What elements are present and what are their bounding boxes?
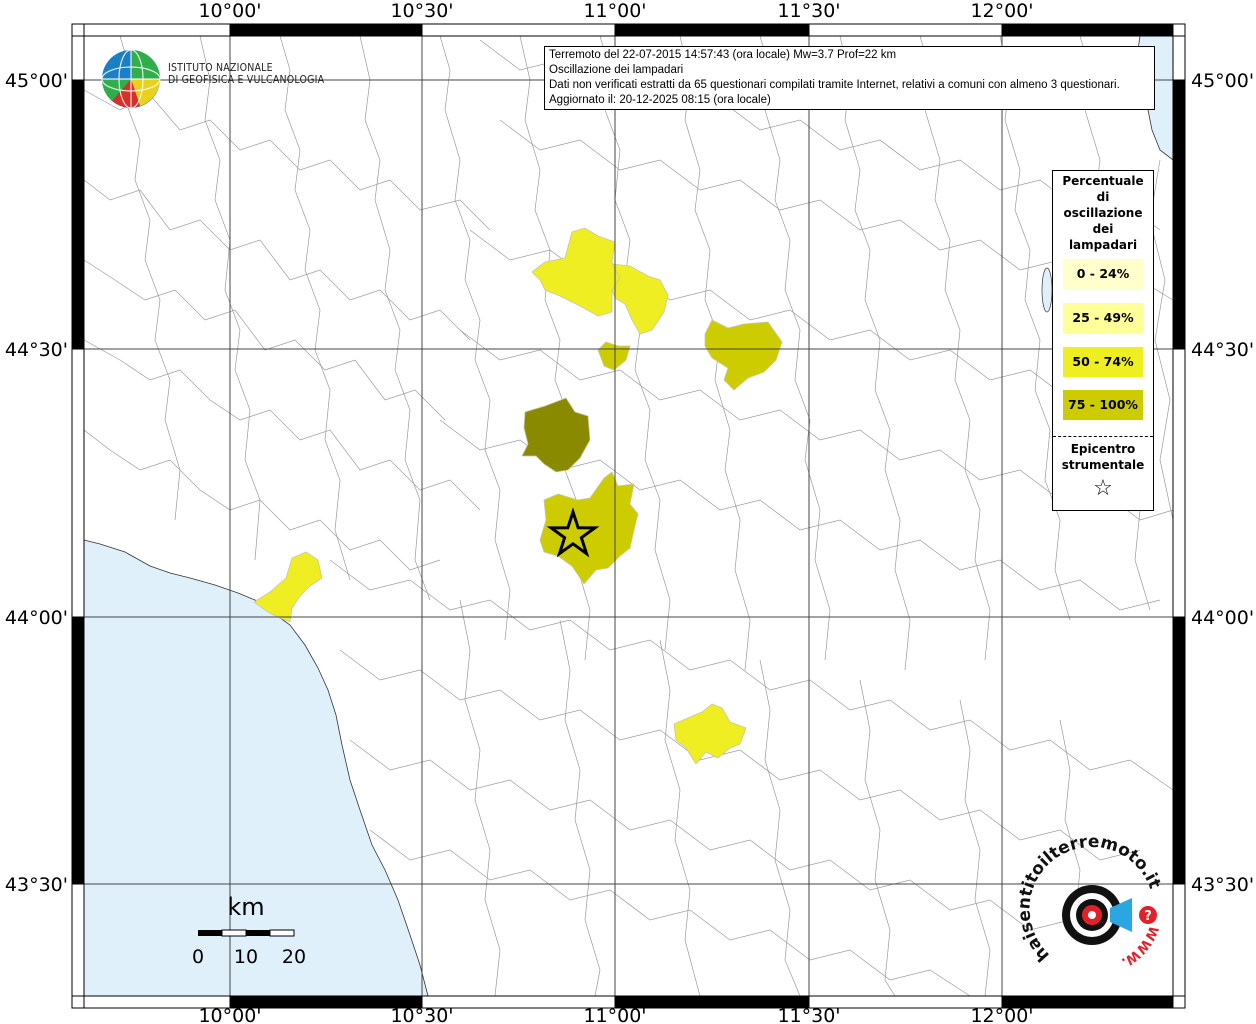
top-label-2: 11°00'	[583, 0, 646, 22]
legend-item-25-49: 25 - 49%	[1063, 303, 1143, 333]
legend-item-75-100: 75 - 100%	[1063, 390, 1143, 420]
legend-title-line4: dei	[1092, 222, 1114, 236]
left-label-1: 44°30'	[5, 339, 68, 361]
legend-item-50-74: 50 - 74%	[1063, 347, 1143, 377]
right-label-0: 45°00'	[1191, 70, 1254, 92]
scale-label-10: 10	[234, 946, 258, 968]
scale-label-0: 0	[192, 946, 204, 968]
legend-title-line5: lampadari	[1068, 238, 1138, 252]
legend: Percentuale di oscillazione dei lampadar…	[1052, 170, 1154, 511]
top-label-1: 10°30'	[390, 0, 453, 22]
legend-epicenter-label: Epicentro strumentale	[1053, 441, 1153, 473]
right-tick-labels: 45°00' 44°30' 44°00' 43°30'	[1191, 70, 1254, 896]
event-info-line3: Dati non verificati estratti da 65 quest…	[549, 79, 1120, 91]
ingv-name-line1: ISTITUTO NAZIONALE	[168, 62, 273, 74]
event-info-box: Terremoto del 22-07-2015 14:57:43 (ora l…	[544, 46, 1155, 110]
legend-star-icon: ☆	[1093, 476, 1113, 501]
event-info-line1: Terremoto del 22-07-2015 14:57:43 (ora l…	[549, 49, 897, 61]
legend-title-line3: oscillazione	[1063, 206, 1143, 220]
left-label-3: 43°30'	[5, 874, 68, 896]
scale-label-20: 20	[282, 946, 306, 968]
top-label-3: 11°30'	[777, 0, 840, 22]
top-label-0: 10°00'	[198, 0, 261, 22]
top-tick-labels: 10°00' 10°30' 11°00' 11°30' 12°00'	[198, 0, 1033, 22]
bottom-label-3: 11°30'	[777, 1005, 840, 1024]
left-label-2: 44°00'	[5, 607, 68, 629]
ingv-logo: ISTITUTO NAZIONALE DI GEOFISICA E VULCAN…	[100, 48, 330, 110]
legend-epicenter-line1: Epicentro	[1070, 442, 1136, 456]
legend-title-line1: Percentuale	[1062, 174, 1144, 188]
bottom-label-1: 10°30'	[390, 1005, 453, 1024]
hsit-question-mark: ?	[1144, 909, 1152, 924]
event-info-line2: Oscillazione dei lampadari	[549, 64, 684, 76]
ingv-globe-icon	[101, 49, 161, 109]
legend-separator	[1053, 436, 1153, 437]
right-label-1: 44°30'	[1191, 339, 1254, 361]
bottom-label-4: 12°00'	[970, 1005, 1033, 1024]
ingv-name-line2: DI GEOFISICA E VULCANOLOGIA	[168, 74, 325, 86]
right-label-2: 44°00'	[1191, 607, 1254, 629]
right-label-3: 43°30'	[1191, 874, 1254, 896]
event-info-line4: Aggiornato il: 20-12-2025 08:15 (ora loc…	[549, 94, 771, 106]
legend-title: Percentuale di oscillazione dei lampadar…	[1053, 173, 1153, 253]
legend-title-line2: di	[1096, 190, 1110, 204]
left-label-0: 45°00'	[5, 70, 68, 92]
bottom-label-2: 11°00'	[583, 1005, 646, 1024]
map-canvas: 10°00' 10°30' 11°00' 11°30' 12°00' 10°00…	[5, 0, 1254, 1024]
legend-item-0-24: 0 - 24%	[1063, 259, 1143, 289]
scale-unit: km	[227, 893, 264, 921]
legend-epicenter-line2: strumentale	[1061, 458, 1145, 472]
top-label-4: 12°00'	[970, 0, 1033, 22]
left-tick-labels: 45°00' 44°30' 44°00' 43°30'	[5, 70, 68, 896]
bottom-label-0: 10°00'	[198, 1005, 261, 1024]
